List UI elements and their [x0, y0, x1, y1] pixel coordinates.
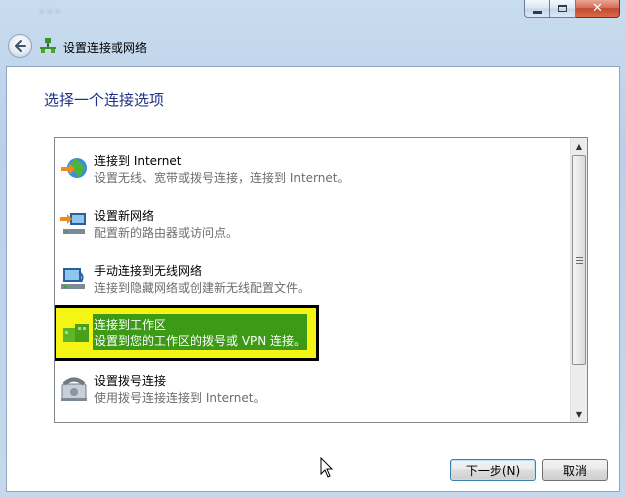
- next-button[interactable]: 下一步(N): [450, 459, 536, 481]
- title-bar-blur: ▸ ▸ ▸: [40, 6, 62, 16]
- grip-line: [576, 263, 583, 264]
- title-bar: ▸ ▸ ▸ ✕: [0, 0, 626, 28]
- minimize-icon: [532, 10, 542, 14]
- option-manual-wireless[interactable]: 手动连接到无线网络 连接到隐藏网络或创建新无线配置文件。: [55, 258, 569, 302]
- minimize-button[interactable]: [524, 0, 550, 18]
- option-title: 手动连接到无线网络: [94, 264, 203, 278]
- option-dialup[interactable]: 设置拨号连接 使用拨号连接连接到 Internet。: [55, 368, 569, 412]
- scroll-down-button[interactable]: ▼: [571, 406, 587, 422]
- globe-internet-icon: [61, 158, 87, 178]
- option-title: 连接到工作区: [94, 318, 167, 332]
- content-panel: 选择一个连接选项 连接到 Internet 设置无线、宽带或拨号连接，连接到 I…: [6, 66, 620, 492]
- vertical-scrollbar[interactable]: ▲ ▼: [570, 138, 587, 422]
- option-description: 使用拨号连接连接到 Internet。: [94, 391, 266, 405]
- window-title: 设置连接或网络: [63, 41, 148, 55]
- scroll-down-icon: ▼: [575, 409, 583, 419]
- network-setup-icon: [40, 38, 56, 53]
- cancel-button[interactable]: 取消: [542, 459, 608, 481]
- workplace-vpn-icon: [63, 324, 89, 342]
- maximize-button[interactable]: [550, 0, 576, 18]
- option-description: 连接到隐藏网络或创建新无线配置文件。: [94, 281, 311, 295]
- mouse-cursor-icon: [320, 457, 334, 478]
- connection-options-list[interactable]: 连接到 Internet 设置无线、宽带或拨号连接，连接到 Internet。 …: [54, 137, 588, 423]
- back-button[interactable]: [8, 34, 32, 58]
- scroll-up-button[interactable]: ▲: [571, 138, 587, 154]
- option-title: 设置拨号连接: [94, 374, 167, 388]
- page-heading: 选择一个连接选项: [44, 91, 165, 109]
- close-icon: ✕: [592, 1, 603, 16]
- option-connect-workplace[interactable]: 连接到工作区 设置到您的工作区的拨号或 VPN 连接。: [55, 305, 319, 361]
- option-description: 设置无线、宽带或拨号连接，连接到 Internet。: [94, 171, 350, 185]
- navigation-bar: 设置连接或网络: [0, 28, 626, 64]
- grip-line: [576, 260, 583, 261]
- new-network-icon: [60, 213, 86, 234]
- option-new-network[interactable]: 设置新网络 配置新的路由器或访问点。: [55, 203, 569, 247]
- option-description: 设置到您的工作区的拨号或 VPN 连接。: [94, 334, 307, 348]
- window-frame: ▸ ▸ ▸ ✕ 设置连接或网络 选择一个连接选项 连接到 Internet 设置…: [0, 0, 626, 498]
- option-title: 设置新网络: [94, 209, 155, 223]
- scrollbar-thumb[interactable]: [572, 155, 586, 365]
- close-button[interactable]: ✕: [576, 0, 620, 18]
- grip-line: [576, 257, 583, 258]
- wireless-network-icon: [61, 268, 85, 289]
- maximize-icon: [558, 5, 567, 12]
- option-title: 连接到 Internet: [94, 154, 182, 168]
- option-connect-internet[interactable]: 连接到 Internet 设置无线、宽带或拨号连接，连接到 Internet。: [55, 148, 569, 192]
- window-controls: ✕: [524, 0, 620, 20]
- scroll-up-icon: ▲: [575, 141, 583, 151]
- option-description: 配置新的路由器或访问点。: [94, 226, 239, 240]
- back-arrow-icon: [15, 40, 26, 52]
- dialup-phone-icon: [61, 377, 87, 401]
